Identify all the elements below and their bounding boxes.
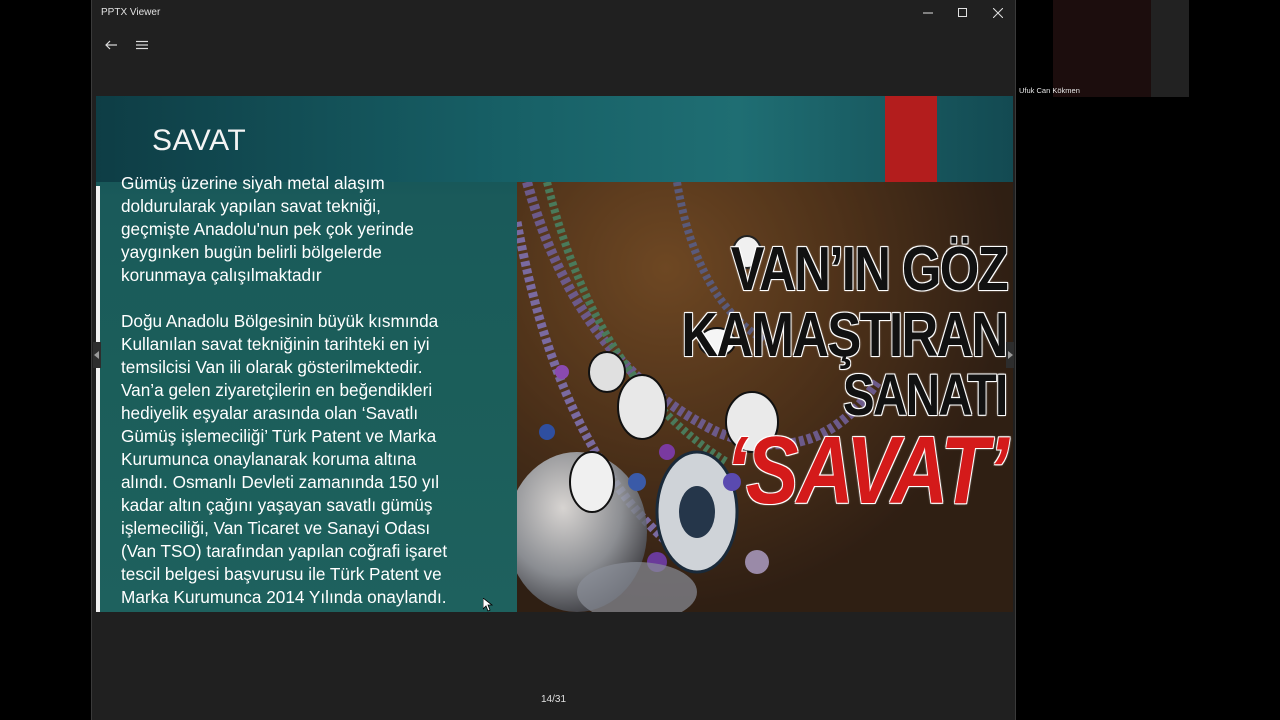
red-accent-bar [885, 96, 937, 182]
hamburger-menu-icon [136, 40, 148, 50]
left-accent-rule [96, 186, 100, 612]
title-bar: PPTX Viewer [92, 0, 1015, 28]
close-icon [993, 8, 1003, 18]
image-headline-line-1: VAN’IN GÖZ [730, 235, 1009, 304]
participant-name-label: Ufuk Can Kökmen [1019, 86, 1080, 95]
mouse-cursor-icon [483, 598, 493, 612]
close-button[interactable] [981, 0, 1015, 26]
pptx-viewer-window: PPTX Viewer SAVAT Gümüş üzerine siyah me… [91, 0, 1016, 720]
back-button[interactable] [99, 34, 123, 56]
maximize-button[interactable] [946, 0, 980, 26]
viewer-toolbar [92, 28, 1015, 62]
slide-canvas: SAVAT Gümüş üzerine siyah metal alaşım d… [96, 96, 1013, 612]
menu-button[interactable] [130, 34, 154, 56]
app-title: PPTX Viewer [101, 7, 161, 18]
slide-page-counter: 14/31 [540, 694, 567, 705]
next-slide-button[interactable] [1006, 342, 1014, 368]
image-headline-line-4: ‘SAVAT’ [725, 417, 1008, 524]
slide-title: SAVAT [152, 124, 247, 157]
previous-slide-button[interactable] [93, 342, 101, 368]
image-headline-line-2: KAMAŞTIRAN [681, 301, 1009, 370]
slide-paragraph-1: Gümüş üzerine siyah metal alaşım dolduru… [121, 173, 414, 285]
participant-video-tile-secondary[interactable] [1151, 0, 1189, 97]
chevron-left-icon [94, 351, 99, 359]
savat-jewelry-photo: VAN’IN GÖZ KAMAŞTIRAN SANATI ‘SAVAT’ [517, 182, 1013, 612]
slide-paragraph-2: Doğu Anadolu Bölgesinin büyük kısmında K… [121, 311, 448, 607]
slide-body-text: Gümüş üzerine siyah metal alaşım dolduru… [121, 172, 516, 609]
participant-video-tile[interactable] [1053, 0, 1151, 97]
chevron-right-icon [1008, 351, 1013, 359]
minimize-icon [923, 12, 933, 14]
minimize-button[interactable] [911, 0, 945, 26]
maximize-icon [958, 8, 967, 17]
arrow-left-icon [105, 40, 117, 50]
